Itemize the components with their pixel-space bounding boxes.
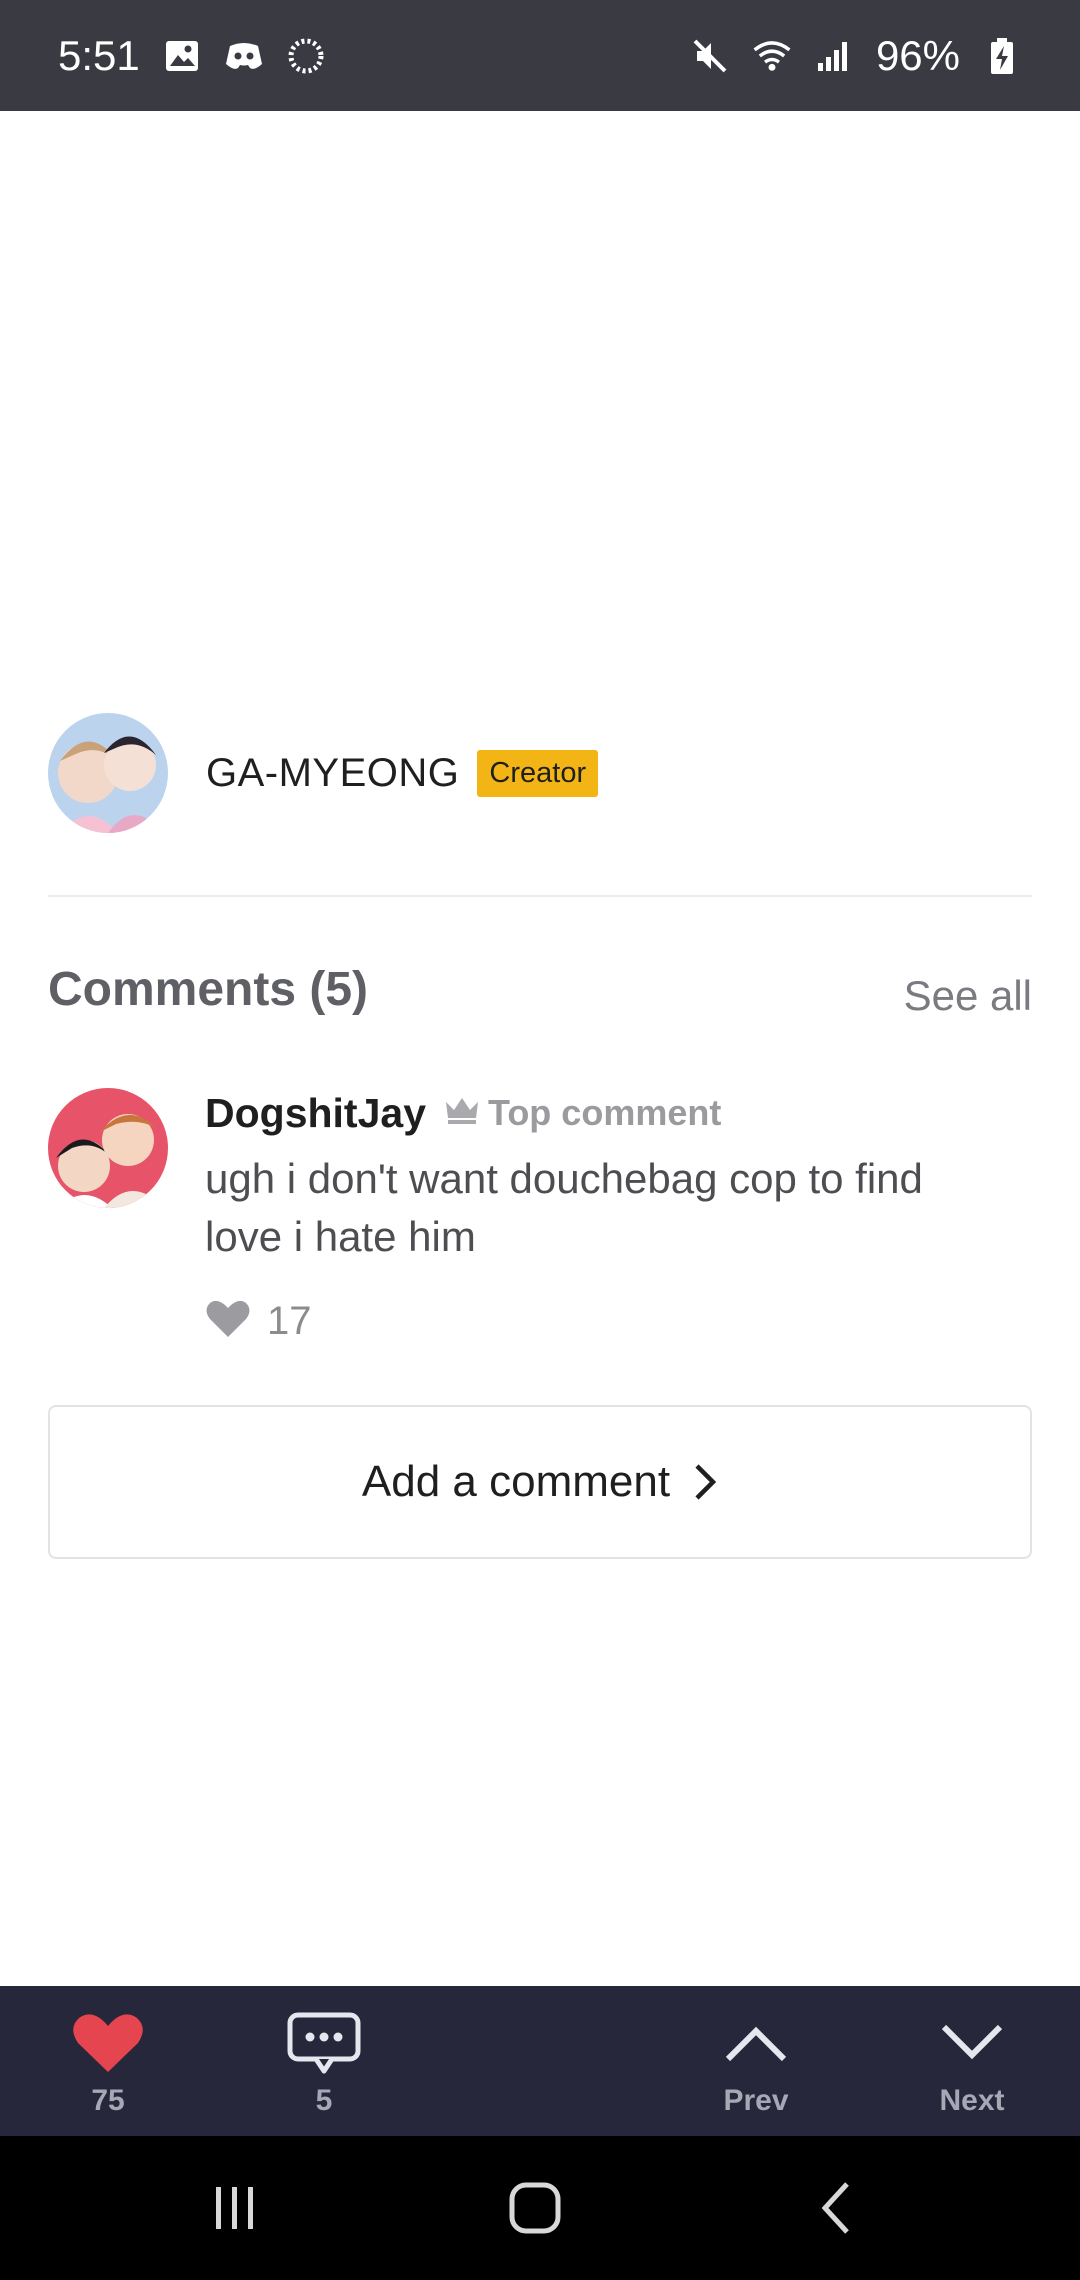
comments-title: Comments (5) (48, 963, 369, 1016)
comment-author-row: DogshitJay Top comment (205, 1088, 721, 1138)
recent-apps-button[interactable] (190, 2136, 280, 2280)
discord-icon (224, 36, 264, 76)
crown-icon (444, 1096, 480, 1131)
see-all-link[interactable]: See all (904, 972, 1032, 1020)
chevron-right-icon (692, 1462, 718, 1502)
status-bar: 5:51 96% (0, 0, 1080, 111)
comments-button[interactable]: 5 (270, 1986, 378, 2136)
heart-filled-icon (71, 2008, 145, 2078)
creator-badge: Creator (477, 749, 599, 797)
system-nav-bar (0, 2136, 1080, 2280)
commenter-avatar[interactable] (48, 1088, 168, 1213)
status-right: 96% (690, 32, 1022, 80)
add-comment-label: Add a comment (361, 1457, 671, 1506)
top-comment-label: Top comment (488, 1092, 722, 1133)
screen: 5:51 96% GA-MYEONG Creator Comments (5) … (0, 0, 1080, 2280)
chevron-up-icon (724, 2008, 788, 2078)
prev-episode-button[interactable]: Prev (700, 1986, 812, 2136)
divider (48, 895, 1032, 897)
creator-name[interactable]: GA-MYEONG (206, 751, 459, 796)
episode-comment-count: 5 (315, 2084, 333, 2117)
status-time: 5:51 (58, 31, 140, 79)
episode-action-bar: 75 5 Prev Next (0, 1986, 1080, 2136)
heart-icon[interactable] (205, 1299, 251, 1344)
creator-avatar[interactable] (48, 713, 168, 833)
back-button[interactable] (792, 2136, 882, 2280)
next-label: Next (939, 2084, 1005, 2117)
next-episode-button[interactable]: Next (916, 1986, 1028, 2136)
chevron-down-icon (940, 2008, 1004, 2078)
gallery-icon (162, 36, 202, 76)
add-comment-button[interactable]: Add a comment (48, 1405, 1032, 1559)
like-episode-button[interactable]: 75 (54, 1986, 162, 2136)
wifi-icon (752, 36, 792, 76)
status-left: 5:51 (58, 32, 326, 80)
mute-icon (690, 36, 730, 76)
comment-author[interactable]: DogshitJay (205, 1090, 426, 1137)
loading-icon (286, 36, 326, 76)
comment-icon (286, 2008, 362, 2078)
battery-percent: 96% (875, 31, 960, 79)
battery-charging-icon (982, 36, 1022, 76)
signal-icon (814, 36, 854, 76)
comment-like-count: 17 (267, 1298, 312, 1343)
comment-text: ugh i don't want douchebag cop to find l… (205, 1155, 923, 1260)
comment-like-button[interactable]: 17 (205, 1296, 312, 1346)
creator-row[interactable]: GA-MYEONG Creator (48, 712, 1032, 834)
episode-like-count: 75 (91, 2084, 125, 2117)
home-button[interactable] (490, 2136, 580, 2280)
prev-label: Prev (723, 2084, 789, 2117)
